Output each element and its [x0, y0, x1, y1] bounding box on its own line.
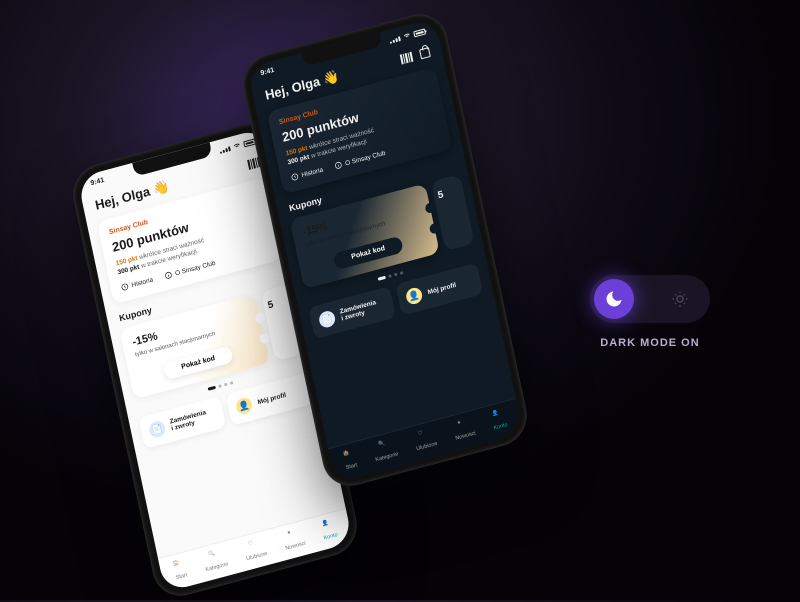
orders-icon: 📄 — [318, 309, 337, 329]
bag-icon[interactable] — [419, 47, 431, 59]
show-code-button[interactable]: Pokaż kod — [162, 345, 234, 380]
moon-icon — [604, 289, 624, 309]
sun-icon — [671, 290, 689, 308]
tab-account[interactable]: 👤Konto — [320, 518, 338, 541]
tab-start[interactable]: 🏠Start — [342, 449, 358, 472]
moon-knob[interactable] — [594, 279, 634, 319]
tab-start[interactable]: 🏠Start — [172, 559, 188, 582]
profile-icon: 👤 — [405, 286, 424, 306]
wifi-icon — [402, 30, 412, 42]
signal-icon — [219, 146, 231, 154]
dark-mode-toggle-group: DARK MODE ON — [590, 275, 710, 349]
clock-icon — [290, 172, 299, 182]
signal-icon — [389, 36, 401, 44]
history-link[interactable]: Historia — [120, 276, 154, 292]
history-link[interactable]: Historia — [290, 166, 324, 182]
profile-icon: 👤 — [235, 396, 254, 416]
barcode-icon[interactable] — [400, 52, 414, 65]
battery-icon — [413, 28, 426, 37]
dark-mode-toggle[interactable] — [590, 275, 710, 323]
tab-bar: 🏠Start 🔍Kategorie ♡Ulubione ✦Nowości 👤Ko… — [158, 508, 353, 593]
info-icon — [334, 160, 343, 170]
toggle-label: DARK MODE ON — [590, 337, 710, 349]
sun-knob[interactable] — [660, 279, 700, 319]
tab-categories[interactable]: 🔍Kategorie — [202, 548, 229, 574]
show-code-button[interactable]: Pokaż kod — [332, 235, 404, 270]
tab-news[interactable]: ✦Nowości — [452, 417, 476, 442]
tab-bar: 🏠Start 🔍Kategorie ♡Ulubione ✦Nowości 👤Ko… — [328, 398, 523, 483]
coupon-card-next[interactable]: 5 — [431, 174, 475, 251]
tab-news[interactable]: ✦Nowości — [282, 527, 306, 552]
wifi-icon — [232, 140, 242, 152]
tab-favorites[interactable]: ♡Ulubione — [413, 427, 438, 452]
info-icon — [164, 270, 173, 280]
tab-favorites[interactable]: ♡Ulubione — [243, 537, 268, 562]
tab-account[interactable]: 👤Konto — [490, 408, 508, 431]
orders-icon: 📄 — [148, 419, 167, 439]
clock-icon — [120, 282, 129, 292]
tab-categories[interactable]: 🔍Kategorie — [372, 438, 399, 464]
